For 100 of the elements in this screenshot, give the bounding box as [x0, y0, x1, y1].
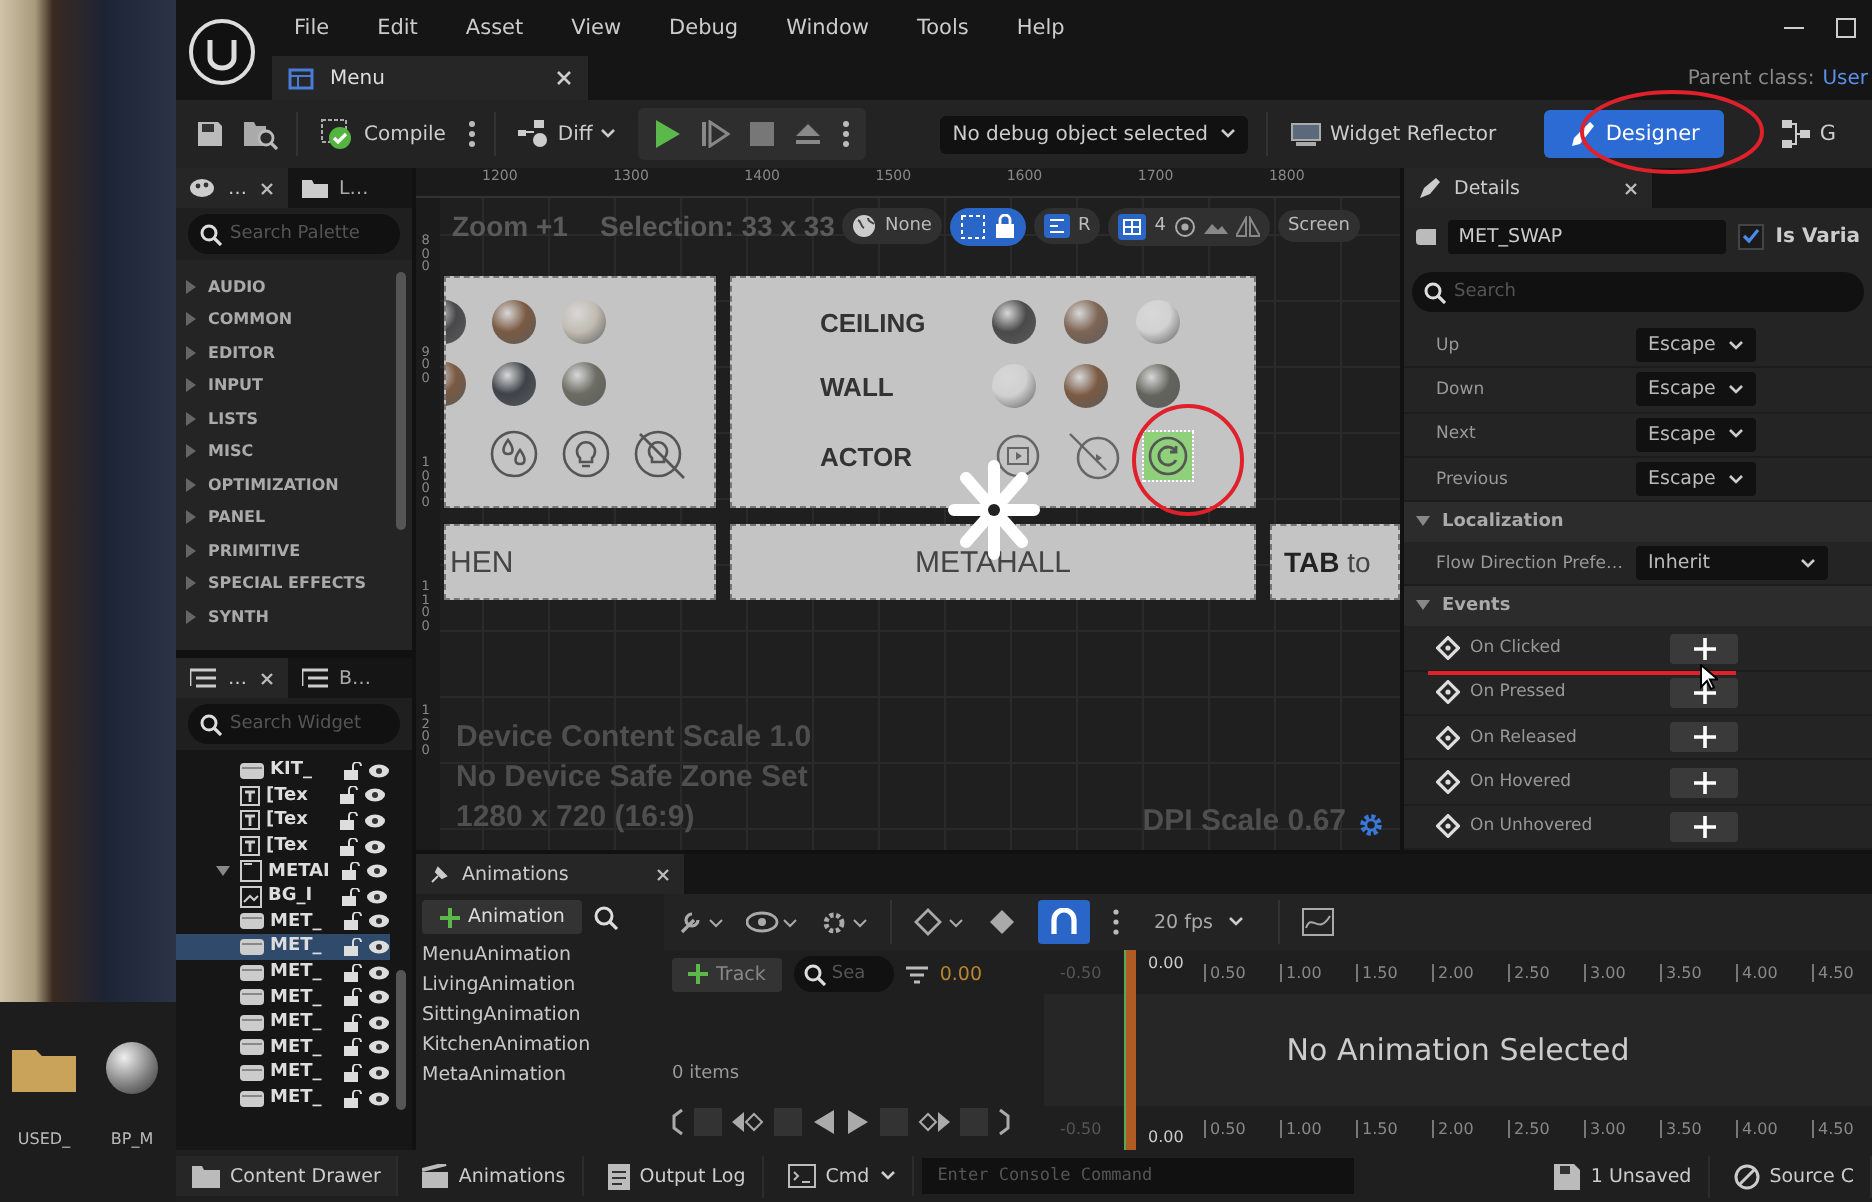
hierarchy-row[interactable]: MET_ [176, 959, 390, 985]
eye-icon[interactable] [366, 864, 388, 879]
jump-end-icon[interactable] [998, 1108, 1010, 1136]
eject-icon[interactable] [794, 122, 823, 146]
asset-label[interactable]: BP_M [110, 1130, 154, 1148]
flow-direction-dropdown[interactable]: Inherit [1636, 546, 1828, 581]
search-icon[interactable] [594, 905, 619, 929]
more-options-icon[interactable] [467, 120, 476, 148]
mode-tab[interactable]: Designer [1543, 110, 1724, 158]
filter-icon[interactable] [905, 965, 928, 983]
close-icon[interactable] [656, 867, 670, 881]
hierarchy-row[interactable]: [Tex [176, 808, 390, 834]
animation-list-item[interactable]: SittingAnimation [422, 1000, 658, 1030]
palette-category[interactable]: COMMON [176, 303, 390, 336]
content-drawer-button[interactable]: Content Drawer [176, 1156, 399, 1196]
screen-size-dropdown[interactable]: Screen [1277, 210, 1360, 242]
search-field[interactable]: Search [1412, 272, 1864, 312]
search-field[interactable]: Search Widget [188, 704, 400, 744]
source-control-button[interactable]: Source C [1717, 1155, 1872, 1197]
hierarchy-row[interactable]: METAI [176, 858, 390, 884]
navigation-dropdown[interactable]: Escape [1636, 462, 1756, 497]
palette-category[interactable]: INPUT [176, 369, 390, 402]
palette-category[interactable]: SYNTH [176, 600, 390, 633]
asset-label[interactable]: USED_ [17, 1130, 71, 1148]
icon-toggle-button[interactable] [992, 430, 1044, 482]
sphere-thumbnail[interactable] [106, 1042, 158, 1094]
expand-arrow-icon[interactable] [216, 864, 230, 879]
lock-open-icon[interactable] [340, 837, 358, 856]
lock-open-icon[interactable] [344, 1089, 362, 1108]
eye-icon[interactable] [368, 1091, 390, 1106]
curve-editor-icon[interactable] [1302, 908, 1335, 936]
widget-panel[interactable]: CEILING WALL ACTOR [730, 276, 1256, 508]
lock-open-icon[interactable] [342, 862, 360, 881]
stop-icon[interactable] [750, 122, 775, 146]
add-track-button[interactable]: Track [672, 957, 782, 991]
eye-icon[interactable] [368, 1015, 390, 1030]
eye-icon[interactable] [368, 1065, 390, 1080]
palette-category[interactable]: OPTIMIZATION [176, 468, 390, 501]
animation-list-item[interactable]: MenuAnimation [422, 940, 658, 970]
navigation-dropdown[interactable]: Escape [1636, 328, 1756, 363]
menu-item[interactable]: Tools [894, 16, 995, 40]
section-header[interactable]: Localization [1404, 502, 1872, 543]
hierarchy-row[interactable]: KIT_ [176, 758, 390, 784]
widget-panel[interactable] [444, 276, 716, 508]
menu-item[interactable]: View [549, 16, 648, 40]
add-event-button[interactable] [1670, 767, 1738, 798]
compile-button[interactable]: Compile [316, 114, 450, 154]
lock-open-icon[interactable] [344, 1038, 362, 1057]
scrollbar[interactable] [396, 272, 406, 530]
snap-toggle[interactable] [1038, 900, 1090, 944]
keyframe-icon[interactable] [914, 908, 966, 936]
more-options-icon[interactable] [842, 120, 851, 148]
browse-icon[interactable] [242, 118, 278, 150]
eye-icon[interactable] [366, 889, 388, 904]
lock-open-icon[interactable] [344, 1013, 362, 1032]
icon-toggle-button[interactable] [486, 426, 542, 483]
output-log-button[interactable]: Output Log [591, 1155, 764, 1197]
hierarchy-row[interactable]: MET_ [176, 909, 390, 935]
cmd-dropdown[interactable]: Cmd [771, 1156, 914, 1196]
add-event-button[interactable] [1670, 633, 1738, 664]
panel-tab[interactable]: … [176, 658, 287, 698]
jump-start-icon[interactable] [672, 1108, 684, 1136]
material-sphere-button[interactable] [1064, 364, 1108, 408]
name-field[interactable]: MET_SWAP [1448, 219, 1726, 253]
gear-icon[interactable] [820, 909, 868, 935]
play-reverse-icon[interactable] [812, 1108, 836, 1136]
animations-button[interactable]: Animations [406, 1156, 584, 1196]
navigation-dropdown[interactable]: Escape [1636, 372, 1756, 407]
eye-icon[interactable] [364, 788, 386, 803]
checkbox[interactable] [1737, 223, 1764, 249]
search-field[interactable]: Sea [793, 956, 894, 992]
palette-category[interactable]: MISC [176, 435, 390, 468]
more-options-icon[interactable] [1112, 908, 1120, 936]
lock-open-icon[interactable] [340, 786, 358, 805]
palette-category[interactable]: AUDIO [176, 270, 390, 303]
hierarchy-row[interactable]: MET_ [176, 984, 390, 1010]
console-command-field[interactable]: Enter Console Command [921, 1158, 1354, 1194]
panel-tab[interactable]: L… [287, 168, 383, 208]
animation-list-item[interactable]: MetaAnimation [422, 1060, 658, 1090]
grid-snap-toggle[interactable]: 4 [1108, 207, 1270, 245]
wrench-icon[interactable] [680, 910, 724, 934]
panel-tab[interactable]: Details [1404, 168, 1652, 208]
palette-category[interactable]: PRIMITIVE [176, 534, 390, 567]
room-button[interactable]: HEN [444, 524, 716, 600]
step-icon[interactable] [702, 120, 731, 148]
widget-reflector-button[interactable]: Widget Reflector [1285, 118, 1501, 150]
eye-icon[interactable] [368, 965, 390, 980]
previous-key-icon[interactable] [732, 1110, 764, 1134]
hierarchy-row[interactable]: MET_ [176, 1085, 390, 1111]
icon-toggle-button[interactable] [558, 426, 614, 483]
panel-tab[interactable]: B… [287, 658, 386, 698]
close-icon[interactable] [259, 181, 273, 195]
designer-canvas[interactable] [416, 168, 1400, 850]
menu-item[interactable]: Debug [647, 16, 765, 40]
material-sphere-button[interactable] [562, 361, 606, 406]
unsaved-button[interactable]: 1 Unsaved [1538, 1155, 1710, 1197]
menu-item[interactable]: Asset [443, 16, 550, 40]
frame-rate-dropdown[interactable]: 20 fps [1142, 909, 1257, 935]
eye-icon[interactable] [368, 914, 390, 929]
lock-open-icon[interactable] [344, 1063, 362, 1082]
